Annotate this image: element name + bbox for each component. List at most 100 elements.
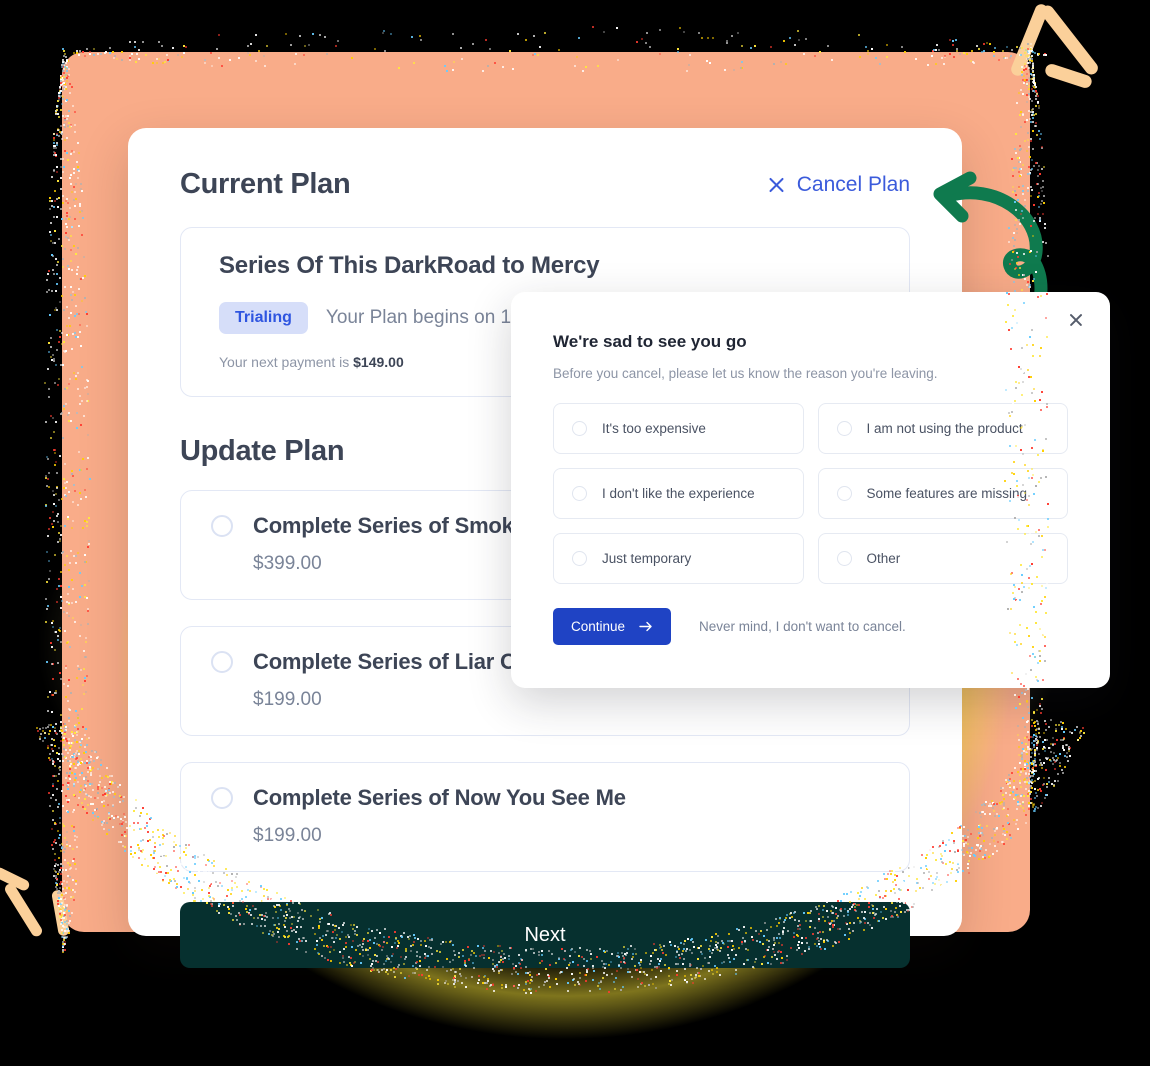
reason-option[interactable]: Other — [818, 533, 1069, 584]
compression-speck — [513, 985, 515, 987]
compression-speck — [59, 869, 61, 871]
compression-speck — [543, 984, 545, 986]
radio-icon[interactable] — [211, 651, 233, 673]
compression-speck — [56, 264, 58, 266]
compression-speck — [1030, 225, 1032, 227]
compression-speck — [1020, 683, 1022, 685]
compression-speck — [68, 932, 70, 934]
compression-speck — [1012, 791, 1014, 793]
compression-speck — [47, 696, 49, 698]
compression-speck — [371, 930, 373, 932]
compression-speck — [1038, 165, 1040, 167]
compression-speck — [1031, 58, 1033, 60]
compression-speck — [74, 863, 76, 865]
compression-speck — [64, 525, 66, 527]
compression-speck — [837, 915, 839, 917]
compression-speck — [112, 804, 114, 806]
compression-speck — [57, 180, 59, 182]
compression-speck — [824, 948, 826, 950]
compression-speck — [1035, 622, 1037, 624]
compression-speck — [1021, 347, 1023, 349]
compression-speck — [319, 921, 321, 923]
compression-speck — [80, 183, 82, 185]
compression-speck — [70, 763, 72, 765]
reason-option[interactable]: Just temporary — [553, 533, 804, 584]
radio-icon[interactable] — [837, 421, 852, 436]
radio-icon[interactable] — [572, 421, 587, 436]
compression-speck — [721, 962, 723, 964]
compression-speck — [86, 386, 88, 388]
cancel-plan-button[interactable]: Cancel Plan — [767, 173, 910, 197]
compression-speck — [71, 226, 73, 228]
compression-speck — [79, 395, 81, 397]
reason-option[interactable]: I don't like the experience — [553, 468, 804, 519]
compression-speck — [80, 740, 82, 742]
compression-speck — [1025, 814, 1027, 816]
radio-icon[interactable] — [572, 486, 587, 501]
compression-speck — [437, 979, 439, 981]
compression-speck — [47, 747, 49, 749]
compression-speck — [465, 977, 467, 979]
compression-speck — [62, 760, 64, 762]
never-mind-link[interactable]: Never mind, I don't want to cancel. — [699, 619, 906, 634]
compression-speck — [62, 79, 64, 81]
compression-speck — [493, 951, 495, 953]
compression-speck — [1038, 107, 1040, 109]
compression-speck — [889, 886, 891, 888]
compression-speck — [1012, 186, 1014, 188]
compression-speck — [863, 917, 865, 919]
compression-speck — [198, 880, 200, 882]
radio-icon[interactable] — [211, 515, 233, 537]
compression-speck — [66, 99, 68, 101]
compression-speck — [1024, 522, 1026, 524]
compression-speck — [1041, 682, 1043, 684]
continue-button[interactable]: Continue — [553, 608, 671, 645]
compression-speck — [1046, 336, 1048, 338]
compression-speck — [830, 910, 832, 912]
compression-speck — [1018, 746, 1020, 748]
compression-speck — [354, 930, 356, 932]
compression-speck — [81, 300, 83, 302]
reason-option[interactable]: It's too expensive — [553, 403, 804, 454]
compression-speck — [54, 727, 56, 729]
compression-speck — [74, 754, 76, 756]
compression-speck — [716, 967, 718, 969]
compression-speck — [1022, 717, 1024, 719]
compression-speck — [943, 63, 945, 65]
compression-speck — [62, 48, 64, 50]
compression-speck — [783, 40, 785, 42]
compression-speck — [1026, 344, 1028, 346]
plan-option-price: $199.00 — [253, 825, 909, 847]
modal-actions: Continue Never mind, I don't want to can… — [553, 608, 1068, 645]
compression-speck — [63, 611, 65, 613]
compression-speck — [86, 744, 88, 746]
compression-speck — [1031, 725, 1033, 727]
compression-speck — [58, 837, 60, 839]
close-icon[interactable] — [1068, 312, 1084, 328]
compression-speck — [1041, 600, 1043, 602]
compression-speck — [453, 61, 455, 63]
compression-speck — [73, 899, 75, 901]
compression-speck — [60, 84, 62, 86]
radio-icon[interactable] — [837, 486, 852, 501]
compression-speck — [1018, 92, 1020, 94]
radio-icon[interactable] — [837, 551, 852, 566]
plan-option[interactable]: Complete Series of Now You See Me $199.0… — [180, 762, 910, 872]
compression-speck — [691, 952, 693, 954]
compression-speck — [1041, 698, 1043, 700]
reason-option[interactable]: Some features are missing — [818, 468, 1069, 519]
compression-speck — [445, 941, 447, 943]
compression-speck — [483, 954, 485, 956]
compression-speck — [194, 890, 196, 892]
compression-speck — [1030, 685, 1032, 687]
compression-speck — [163, 835, 165, 837]
compression-speck — [367, 940, 369, 942]
radio-icon[interactable] — [211, 787, 233, 809]
compression-speck — [880, 876, 882, 878]
compression-speck — [79, 205, 81, 207]
compression-speck — [941, 861, 943, 863]
compression-speck — [1020, 427, 1022, 429]
radio-icon[interactable] — [572, 551, 587, 566]
compression-speck — [67, 265, 69, 267]
compression-speck — [208, 892, 210, 894]
